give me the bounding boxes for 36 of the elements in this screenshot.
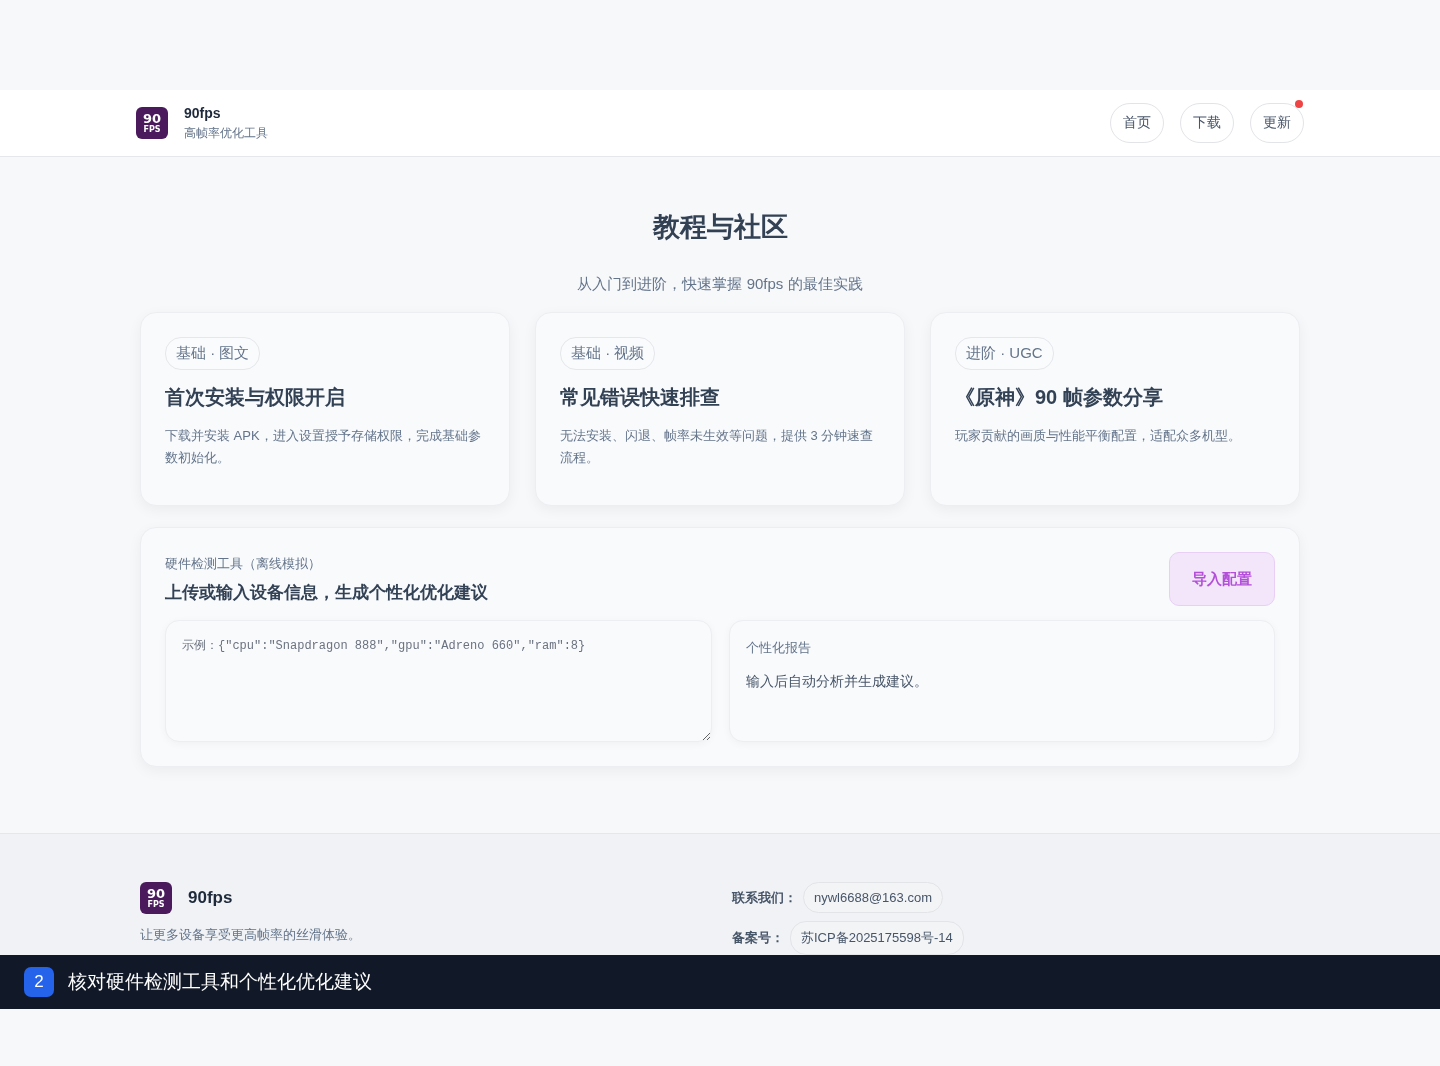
contact-label: 联系我们： bbox=[732, 888, 797, 907]
section-title: 教程与社区 bbox=[652, 211, 788, 244]
caption-text: 核对硬件检测工具和个性化优化建议 bbox=[68, 970, 372, 994]
contact-value: 苏ICP备2025175598号-14 bbox=[790, 921, 964, 955]
card-title: 常见错误快速排查 bbox=[560, 385, 720, 410]
device-info-input[interactable]: 示例：{"cpu":"Snapdragon 888","gpu":"Adreno 660","ram":8} bbox=[165, 620, 712, 742]
report-text: 输入后自动分析并生成建议。 bbox=[745, 673, 929, 691]
card-title: 《原神》90 帧参数分享 bbox=[955, 385, 1163, 410]
nav-button[interactable]: 首页 bbox=[1110, 103, 1164, 143]
section-subtitle: 从入门到进阶，快速掌握 90fps 的最佳实践 bbox=[577, 275, 863, 294]
footer-brand: 90fps bbox=[188, 888, 233, 908]
contact-label: 备案号： bbox=[732, 929, 784, 947]
nav-button[interactable]: 更新 bbox=[1250, 103, 1304, 143]
tool-eyebrow: 硬件检测工具（离线模拟） bbox=[165, 554, 322, 573]
logo-number: 90 bbox=[146, 887, 166, 900]
category-tag: 基础 · 视频 bbox=[560, 337, 656, 370]
tutorial-card[interactable]: 基础 · 视频 常见错误快速排查 无法安装、闪退、帧率未生效等问题，提供 3 分钟速查流程。 bbox=[535, 312, 905, 506]
report-label: 个性化报告 bbox=[745, 639, 812, 657]
card-title: 首次安装与权限开启 bbox=[165, 385, 345, 410]
card-description: 下载并安装 APK，进入设置授予存储权限，完成基础参数初始化。 bbox=[165, 427, 482, 467]
logo-subtext: FPS bbox=[143, 126, 161, 134]
nav-button[interactable]: 下载 bbox=[1180, 103, 1234, 143]
logo-number: 90 bbox=[142, 112, 162, 125]
brand-tagline: 高帧率优化工具 bbox=[184, 124, 268, 142]
brand-name: 90fps bbox=[184, 104, 222, 121]
category-tag: 基础 · 图文 bbox=[165, 337, 261, 370]
tool-title: 上传或输入设备信息，生成个性化优化建议 bbox=[165, 581, 488, 604]
tutorial-card[interactable]: 进阶 · UGC 《原神》90 帧参数分享 玩家贡献的画质与性能平衡配置，适配众多机型。 bbox=[930, 312, 1300, 506]
tutorial-card[interactable]: 基础 · 图文 首次安装与权限开启 下载并安装 APK，进入设置授予存储权限，完成基础参数初始化。 bbox=[140, 312, 510, 506]
logo-subtext: FPS bbox=[147, 901, 165, 909]
category-tag: 进阶 · UGC bbox=[955, 337, 1054, 370]
contact-value: nywl6688@163.com bbox=[803, 882, 943, 913]
card-description: 无法安装、闪退、帧率未生效等问题，提供 3 分钟速查流程。 bbox=[560, 427, 875, 467]
footer-slogan: 让更多设备享受更高帧率的丝滑体验。 bbox=[140, 926, 362, 944]
card-description: 玩家贡献的画质与性能平衡配置，适配众多机型。 bbox=[955, 427, 1241, 445]
step-badge: 2 bbox=[24, 967, 54, 997]
